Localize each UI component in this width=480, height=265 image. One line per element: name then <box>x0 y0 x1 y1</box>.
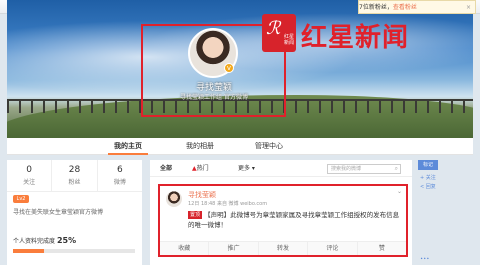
stat-fans-num: 28 <box>68 165 81 175</box>
feed-search-input[interactable]: 搜索我的微博 ⌕ <box>327 164 401 174</box>
like-button[interactable]: 赞 <box>358 242 406 255</box>
post-menu-chevron-icon[interactable]: ⌄ <box>397 188 402 195</box>
stat-weibo-label: 微博 <box>113 179 126 186</box>
filter-more[interactable]: 更多 ▾ <box>238 160 255 177</box>
pinned-tag: 置顶 <box>188 211 203 219</box>
stat-fans[interactable]: 28 粉丝 <box>52 160 98 191</box>
filter-hot-label: 热门 <box>196 165 209 172</box>
tag-button[interactable]: 标记 <box>418 160 438 170</box>
brand-logo-subtext: 红星新闻 <box>284 34 295 46</box>
filter-all[interactable]: 全部 <box>160 160 172 177</box>
comment-button[interactable]: 评论 <box>308 242 358 255</box>
post-author[interactable]: 寻找莹颖 <box>188 190 216 200</box>
post-actions: 收藏 推广 转发 评论 赞 <box>160 241 406 255</box>
level-badge[interactable]: Lv2 <box>13 195 29 203</box>
brand-name: 红星新闻 <box>301 23 410 53</box>
close-icon[interactable]: × <box>466 1 471 15</box>
completeness-row: 个人资料完成度 25% <box>13 236 76 245</box>
post-avatar[interactable] <box>166 191 182 207</box>
filter-more-label: 更多 <box>238 165 251 172</box>
stat-weibo[interactable]: 6 微博 <box>98 160 142 191</box>
left-sidebar: 0 关注 28 粉丝 6 微博 Lv2 寻找在美失联女生章莹颖官方微博 个人资料… <box>7 160 142 265</box>
stat-following-label: 关注 <box>23 179 36 186</box>
right-link-follow[interactable]: + 关注 <box>420 174 436 181</box>
weibo-page: 7位新粉丝，查看粉丝 × v 寻找莹颖 寻找莹颖工作组 官方微博 ℛ 红星新闻 … <box>0 0 480 265</box>
favorite-button[interactable]: 收藏 <box>160 242 210 255</box>
tab-my-album[interactable]: 我的相册 <box>180 138 220 155</box>
post-text-block: 置顶 【声明】此微博号为章莹颖家属及寻找章莹颖工作组授权的发布信息的唯一微博！ <box>188 210 402 230</box>
stats-row: 0 关注 28 粉丝 6 微博 <box>7 160 142 192</box>
stat-following-num: 0 <box>26 165 33 175</box>
right-link-reply[interactable]: < 回复 <box>420 183 436 190</box>
notice-text: 7位新粉丝， <box>359 4 393 11</box>
tab-management[interactable]: 管理中心 <box>249 138 289 155</box>
profile-bio: 寻找在美失联女生章莹颖官方微博 <box>13 209 104 216</box>
post-timestamp[interactable]: 12日 18:48 来自 微博 weibo.com <box>188 200 267 207</box>
stat-fans-label: 粉丝 <box>68 179 81 186</box>
pinned-post: 寻找莹颖 12日 18:48 来自 微博 weibo.com ⌄ 置顶 【声明】… <box>158 184 408 257</box>
main-feed: 全部 ▲热门 更多 ▾ 搜索我的微博 ⌕ 寻找莹颖 12日 18:48 来自 微… <box>150 160 412 265</box>
right-sidebar: 标记 + 关注 < 回复 ∙∙∙ <box>418 160 473 265</box>
completeness-fill <box>13 249 44 253</box>
feed-search-placeholder: 搜索我的微博 <box>331 166 362 172</box>
chevron-down-icon: ▾ <box>250 165 255 172</box>
stat-weibo-num: 6 <box>116 165 123 175</box>
feed-filter: 全部 ▲热门 更多 ▾ 搜索我的微博 ⌕ <box>150 160 412 177</box>
repost-button[interactable]: 转发 <box>259 242 309 255</box>
search-icon[interactable]: ⌕ <box>395 165 398 173</box>
brand-logo: ℛ 红星新闻 <box>262 14 296 52</box>
tab-my-home[interactable]: 我的主页 <box>108 138 148 155</box>
stat-following[interactable]: 0 关注 <box>7 160 53 191</box>
right-link-more[interactable]: ∙∙∙ <box>420 256 429 262</box>
completeness-value: 25% <box>56 236 77 245</box>
new-fans-notice: 7位新粉丝，查看粉丝 × <box>358 0 476 14</box>
view-fans-link[interactable]: 查看粉丝 <box>393 4 417 11</box>
post-text: 【声明】此微博号为章莹颖家属及寻找章莹颖工作组授权的发布信息的唯一微博！ <box>188 211 400 229</box>
completeness-label: 个人资料完成度 <box>13 238 56 245</box>
profile-nav: 我的主页 我的相册 管理中心 <box>7 138 473 155</box>
brand-logo-mark: ℛ <box>266 18 281 39</box>
filter-hot[interactable]: ▲热门 <box>192 160 209 177</box>
promote-button[interactable]: 推广 <box>209 242 259 255</box>
completeness-bar <box>13 249 135 253</box>
